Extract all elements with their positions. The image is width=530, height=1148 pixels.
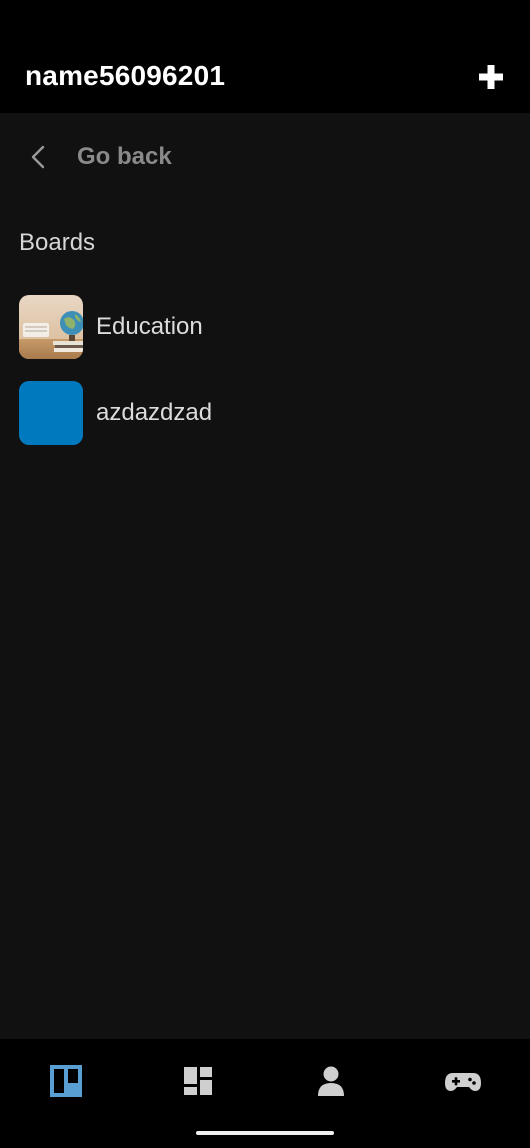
nav-dashboard-tab[interactable] (178, 1061, 218, 1101)
board-thumbnail-photo (19, 295, 83, 359)
nav-profile-tab[interactable] (311, 1061, 351, 1101)
board-item-education[interactable]: Education (19, 295, 509, 359)
workspace-title: name56096201 (25, 60, 226, 91)
nav-games-tab[interactable] (443, 1061, 483, 1101)
gamepad-icon (445, 1073, 481, 1091)
nav-boards-tab[interactable] (46, 1061, 86, 1101)
go-back-button[interactable]: Go back (0, 130, 530, 184)
go-back-label: Go back (77, 143, 172, 170)
bottom-navigation (0, 1039, 530, 1148)
plus-icon (479, 65, 503, 89)
dashboard-icon (184, 1067, 212, 1095)
top-bar: name56096201 (0, 0, 530, 113)
board-thumbnail-color (19, 381, 83, 445)
home-indicator (196, 1131, 334, 1135)
chevron-left-icon (31, 145, 45, 169)
board-label: Education (96, 313, 203, 340)
add-button[interactable] (474, 60, 508, 94)
board-label: azdazdzad (96, 399, 213, 426)
boards-icon (50, 1065, 82, 1097)
app-screen: name56096201 Go back Boards Education az… (0, 0, 530, 1148)
profile-icon (318, 1066, 344, 1096)
board-item-azdazdzad[interactable]: azdazdzad (19, 381, 509, 445)
boards-section-title: Boards (19, 229, 96, 256)
